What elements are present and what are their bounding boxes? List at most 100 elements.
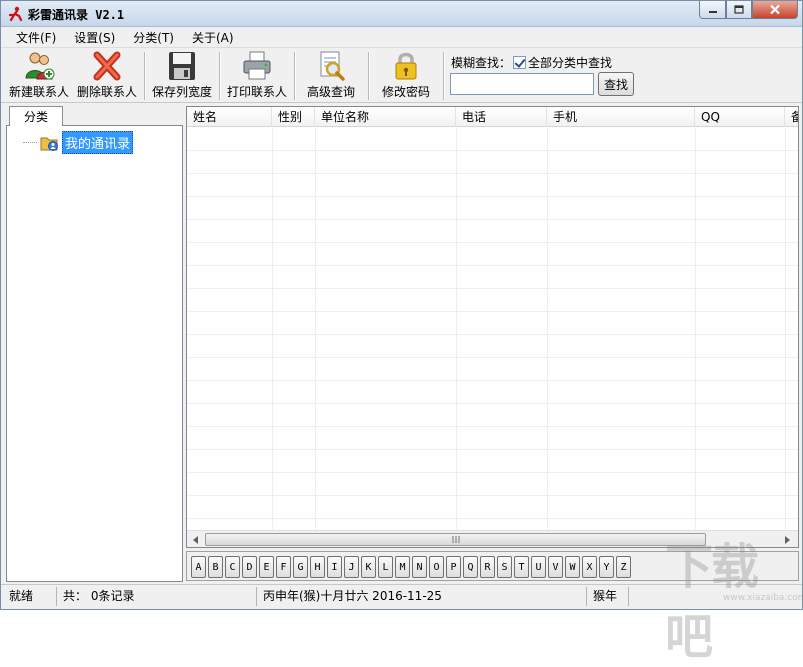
alphabet-button-y[interactable]: Y [599,556,614,578]
search-button[interactable]: 查找 [598,72,634,96]
column-header-phone[interactable]: 电话 [456,107,547,127]
toolbar-separator [294,52,296,100]
grid-column-line [315,128,316,532]
title-bar[interactable]: 彩雷通讯录 V2.1 [1,1,802,27]
alphabet-index-bar: ABCDEFGHIJKLMNOPQRSTUVWXYZ [186,551,799,581]
alphabet-button-u[interactable]: U [531,556,546,578]
tree-connector [23,142,37,143]
alphabet-button-n[interactable]: N [412,556,427,578]
category-tree[interactable]: 我的通讯录 [6,125,183,582]
search-input[interactable] [450,73,594,95]
alphabet-button-r[interactable]: R [480,556,495,578]
printer-icon [243,51,271,80]
toolbar: 新建联系人 删除联系人 保存列宽度 打印联系人 高级查询 修改密码 模糊查找： … [1,47,802,103]
column-header-company[interactable]: 单位名称 [315,107,456,127]
alphabet-button-q[interactable]: Q [463,556,478,578]
app-window: 彩雷通讯录 V2.1 文件(F) 设置(S) 分类(T) 关于(A) 新建联系人… [0,0,803,665]
alphabet-button-x[interactable]: X [582,556,597,578]
alphabet-button-j[interactable]: J [344,556,359,578]
column-header-mobile[interactable]: 手机 [547,107,695,127]
alphabet-button-c[interactable]: C [225,556,240,578]
menu-category[interactable]: 分类(T) [124,29,183,46]
alphabet-button-g[interactable]: G [293,556,308,578]
delete-contact-button[interactable]: 删除联系人 [75,50,139,102]
alphabet-button-o[interactable]: O [429,556,444,578]
close-button[interactable] [752,1,798,19]
print-contact-label: 打印联系人 [226,85,287,99]
alphabet-button-k[interactable]: K [361,556,376,578]
alphabet-button-e[interactable]: E [259,556,274,578]
horizontal-scrollbar[interactable] [187,530,798,547]
alphabet-button-w[interactable]: W [565,556,580,578]
alphabet-button-a[interactable]: A [191,556,206,578]
grid-column-line [272,128,273,532]
status-zodiac: 猴年 [589,587,629,606]
delete-x-icon [93,51,121,81]
print-contact-button[interactable]: 打印联系人 [225,50,289,102]
alphabet-button-p[interactable]: P [446,556,461,578]
alphabet-buttons: ABCDEFGHIJKLMNOPQRSTUVWXYZ [191,556,633,578]
search-all-categories-checkbox[interactable]: 全部分类中查找 [513,54,612,71]
grip-icon [452,536,459,543]
grid-column-line [547,128,548,532]
tree-node-my-contacts[interactable]: 我的通讯录 [23,131,134,154]
app-logo-icon [8,6,23,22]
column-header-gender[interactable]: 性别 [272,107,315,127]
alphabet-button-v[interactable]: V [548,556,563,578]
minimize-icon [708,10,717,13]
maximize-icon [734,5,744,14]
window-controls [699,1,798,19]
new-contact-button[interactable]: 新建联系人 [7,50,71,102]
toolbar-separator [443,52,445,100]
menu-about[interactable]: 关于(A) [183,29,243,46]
magnifier-document-icon [320,51,345,81]
padlock-icon [395,52,417,80]
scroll-right-icon [784,535,790,544]
checkbox-box[interactable] [513,56,526,69]
status-ready: 就绪 [5,587,57,606]
address-book-icon [40,137,58,151]
scroll-left-button[interactable] [187,531,204,547]
alphabet-button-m[interactable]: M [395,556,410,578]
search-all-categories-label: 全部分类中查找 [528,56,613,70]
add-contact-icon [25,52,55,80]
column-header-notes[interactable]: 备 [785,107,798,127]
menu-file[interactable]: 文件(F) [7,29,65,46]
scroll-right-button[interactable] [779,531,796,547]
change-password-button[interactable]: 修改密码 [374,50,438,102]
alphabet-button-h[interactable]: H [310,556,325,578]
toolbar-separator [219,52,221,100]
category-pane: 分类 我的通讯录 [6,106,183,582]
alphabet-button-d[interactable]: D [242,556,257,578]
alphabet-button-b[interactable]: B [208,556,223,578]
alphabet-button-t[interactable]: T [514,556,529,578]
floppy-disk-icon [169,52,195,80]
column-header-name[interactable]: 姓名 [187,107,272,127]
maximize-button[interactable] [726,1,752,19]
status-bar: 就绪 共： 0条记录 丙申年(猴)十月廿六 2016-11-25 猴年 [1,584,802,609]
minimize-button[interactable] [699,1,726,19]
save-column-width-button[interactable]: 保存列宽度 [150,50,214,102]
fuzzy-search-label: 模糊查找： [451,56,512,70]
scrollbar-thumb[interactable] [205,533,706,546]
grid-header: 姓名 性别 单位名称 电话 手机 QQ 备 [187,107,798,127]
scroll-left-icon [192,535,198,544]
toolbar-separator [144,52,146,100]
alphabet-button-z[interactable]: Z [616,556,631,578]
change-password-label: 修改密码 [381,85,430,99]
window-title: 彩雷通讯录 V2.1 [28,8,125,22]
alphabet-button-i[interactable]: I [327,556,342,578]
alphabet-button-l[interactable]: L [378,556,393,578]
advanced-query-button[interactable]: 高级查询 [299,50,363,102]
column-header-qq[interactable]: QQ [695,107,785,127]
grid-body[interactable] [187,128,798,532]
alphabet-button-f[interactable]: F [276,556,291,578]
grid-column-line [785,128,786,532]
status-record-count: 共： 0条记录 [59,587,257,606]
advanced-query-label: 高级查询 [306,85,355,99]
status-date: 丙申年(猴)十月廿六 2016-11-25 [259,587,587,606]
menu-settings[interactable]: 设置(S) [65,29,124,46]
new-contact-label: 新建联系人 [8,85,69,99]
tab-category[interactable]: 分类 [9,106,63,126]
alphabet-button-s[interactable]: S [497,556,512,578]
